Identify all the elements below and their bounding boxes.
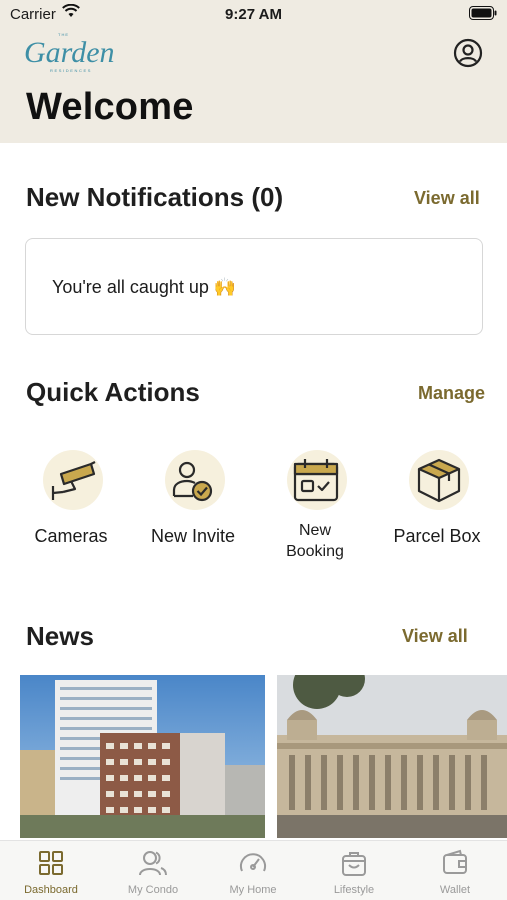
- page-title: Welcome: [26, 86, 194, 128]
- news-view-all-link[interactable]: View all: [402, 626, 468, 647]
- profile-button[interactable]: [453, 38, 483, 68]
- tab-label: My Condo: [127, 884, 179, 896]
- empty-notifications-message: You're all caught up 🙌: [52, 277, 237, 297]
- quick-actions-title: Quick Actions: [26, 377, 200, 407]
- tab-wallet[interactable]: Wallet: [405, 849, 505, 896]
- wallet-icon: [443, 849, 467, 874]
- camera-icon: [51, 461, 96, 500]
- gauge-icon: [240, 853, 266, 872]
- calendar-icon: [293, 459, 339, 502]
- quick-action-label: New Booking: [286, 522, 344, 560]
- news-card-image[interactable]: [20, 675, 265, 838]
- quick-action-new-invite[interactable]: New Invite: [138, 448, 248, 547]
- invite-icon: [172, 461, 213, 502]
- notification-card: You're all caught up 🙌: [25, 238, 483, 335]
- tab-label: Dashboard: [24, 884, 78, 896]
- quick-action-label: New Invite: [150, 526, 236, 546]
- tab-my-condo[interactable]: My Condo: [103, 849, 203, 896]
- people-icon: [139, 851, 167, 876]
- bag-icon: [342, 852, 366, 876]
- status-time: 9:27 AM: [225, 6, 282, 23]
- quick-action-parcel-box[interactable]: Parcel Box: [382, 448, 492, 547]
- notifications-view-all-link[interactable]: View all: [414, 188, 480, 209]
- tab-lifestyle[interactable]: Lifestyle: [304, 849, 404, 896]
- notifications-title: New Notifications (0): [26, 182, 284, 212]
- tab-dashboard[interactable]: Dashboard: [1, 849, 101, 896]
- tab-bar: Dashboard My Condo My Home Lifestyle Wal…: [0, 840, 507, 900]
- quick-action-label: Parcel Box: [393, 526, 481, 546]
- grid-icon: [39, 851, 63, 875]
- garden-logo: THE Garden RESIDENCES: [22, 28, 115, 76]
- quick-action-label: Cameras: [34, 526, 108, 546]
- quick-actions-manage-link[interactable]: Manage: [418, 383, 485, 404]
- tab-label: Lifestyle: [333, 884, 375, 896]
- svg-text:Garden: Garden: [24, 36, 114, 69]
- tab-label: Wallet: [439, 884, 471, 896]
- tab-label: My Home: [229, 884, 277, 896]
- tab-my-home[interactable]: My Home: [203, 849, 303, 896]
- user-circle-icon: [453, 38, 483, 68]
- parcel-icon: [417, 458, 461, 503]
- svg-text:RESIDENCES: RESIDENCES: [50, 68, 92, 73]
- news-card-image[interactable]: [277, 675, 507, 838]
- header: Carrier 9:27 AM THE Garden RESIDENCES We…: [0, 0, 507, 143]
- status-bar: Carrier 9:27 AM: [0, 0, 507, 28]
- battery-icon: [469, 6, 497, 24]
- news-title: News: [26, 621, 94, 651]
- quick-action-new-booking[interactable]: New Booking: [260, 448, 370, 562]
- quick-action-cameras[interactable]: Cameras: [16, 448, 126, 547]
